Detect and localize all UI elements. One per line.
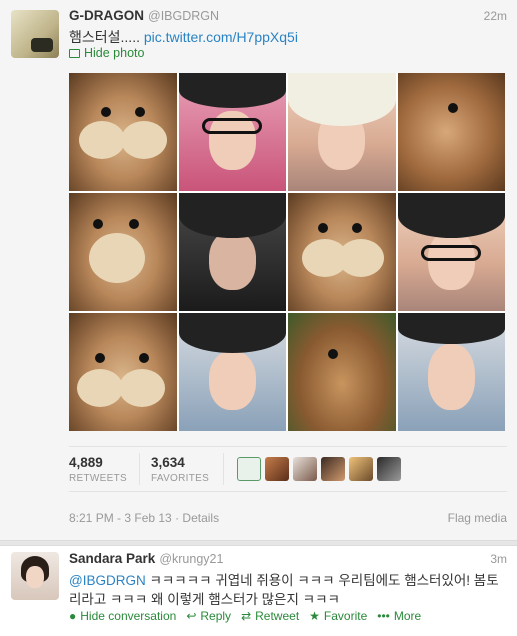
hide-conversation-label: Hide conversation: [80, 609, 177, 623]
reply-icon: ↩: [186, 609, 197, 623]
tweet-actions: ● Hide conversation ↩ Reply ⇄ Retweet ★ Favo…: [69, 609, 421, 623]
star-icon: ★: [309, 609, 320, 623]
avatar[interactable]: [11, 552, 59, 600]
favorite-button[interactable]: ★ Favorite: [309, 609, 367, 623]
photo-icon: [69, 48, 80, 58]
reply-label: Reply: [200, 609, 232, 623]
photo-link[interactable]: pic.twitter.com/H7ppXq5i: [144, 29, 298, 45]
photo-chipmunk: [69, 73, 177, 191]
favorites-label: FAVORITES: [151, 473, 210, 484]
hide-photo-button[interactable]: Hide photo: [69, 46, 144, 60]
tweet-timestamp[interactable]: 8:21 PM - 3 Feb 13: [69, 511, 172, 525]
retweets-label: RETWEETS: [69, 473, 127, 484]
photo-person: [178, 193, 286, 311]
divider: [223, 453, 224, 485]
tweet-text: @IBGDRGN ㅋㅋㅋㅋㅋ 귀엽네 쥐용이 ㅋㅋㅋ 우리팀에도 햄스터있어! …: [69, 571, 509, 609]
tweet-body: 햄스터설.....: [69, 29, 144, 45]
photo-person: [288, 73, 396, 191]
tweet-reply[interactable]: Sandara Park @krungy21 3m @IBGDRGN ㅋㅋㅋㅋㅋ …: [0, 546, 517, 636]
retweet-label: Retweet: [255, 609, 300, 623]
avatar[interactable]: [265, 457, 289, 481]
retweet-button[interactable]: ⇄ Retweet: [241, 609, 299, 623]
photo-person: [178, 313, 286, 431]
user-name[interactable]: G-DRAGON: [69, 8, 144, 23]
retweet-icon: ⇄: [241, 609, 252, 623]
photo-chipmunk: [288, 193, 396, 311]
photo-chipmunk: [69, 193, 177, 311]
photo-person: [178, 73, 286, 191]
avatar[interactable]: [237, 457, 261, 481]
more-label: More: [393, 609, 422, 623]
tweet-text: 햄스터설..... pic.twitter.com/H7ppXq5i: [69, 27, 298, 47]
photo-squirrel: [397, 73, 505, 191]
photo-person: [397, 193, 505, 311]
favorites-count: 3,634: [151, 455, 185, 470]
flag-media-link[interactable]: Flag media: [448, 511, 507, 525]
photo-chipmunk: [288, 313, 396, 431]
tweet-meta: 8:21 PM - 3 Feb 13 · Details: [69, 511, 220, 525]
favorites-stat[interactable]: 3,634 FAVORITES: [151, 455, 209, 484]
more-button[interactable]: ••• More: [377, 609, 421, 623]
avatar[interactable]: [11, 10, 59, 58]
photo-person: [397, 313, 505, 431]
tweet-gdragon[interactable]: G-DRAGON @IBGDRGN 22m 햄스터설..... pic.twitt…: [0, 0, 517, 540]
tweet-time[interactable]: 22m: [484, 9, 507, 23]
details-link[interactable]: Details: [182, 511, 219, 525]
user-handle[interactable]: @IBGDRGN: [148, 9, 219, 23]
mention-link[interactable]: @IBGDRGN: [69, 573, 146, 588]
more-icon: •••: [377, 609, 390, 623]
photo-grid[interactable]: [69, 73, 505, 431]
avatar[interactable]: [377, 457, 401, 481]
avatar[interactable]: [293, 457, 317, 481]
avatar[interactable]: [349, 457, 373, 481]
retweets-stat[interactable]: 4,889 RETWEETS: [69, 455, 127, 484]
tweet-stats: 4,889 RETWEETS 3,634 FAVORITES: [69, 446, 507, 492]
tweet-header: G-DRAGON @IBGDRGN 22m: [69, 8, 507, 26]
tweet-time[interactable]: 3m: [490, 552, 507, 566]
favoriters-avatars: [237, 457, 401, 481]
hide-photo-label: Hide photo: [84, 46, 145, 60]
divider: [139, 453, 140, 485]
avatar[interactable]: [321, 457, 345, 481]
user-name[interactable]: Sandara Park: [69, 551, 155, 566]
photo-chipmunk: [69, 313, 177, 431]
speech-bubble-icon: ●: [69, 609, 77, 623]
reply-button[interactable]: ↩ Reply: [186, 609, 231, 623]
user-handle[interactable]: @krungy21: [159, 552, 223, 566]
tweet-header: Sandara Park @krungy21 3m: [69, 551, 507, 569]
favorite-label: Favorite: [323, 609, 368, 623]
retweets-count: 4,889: [69, 455, 103, 470]
hide-conversation-button[interactable]: ● Hide conversation: [69, 609, 176, 623]
